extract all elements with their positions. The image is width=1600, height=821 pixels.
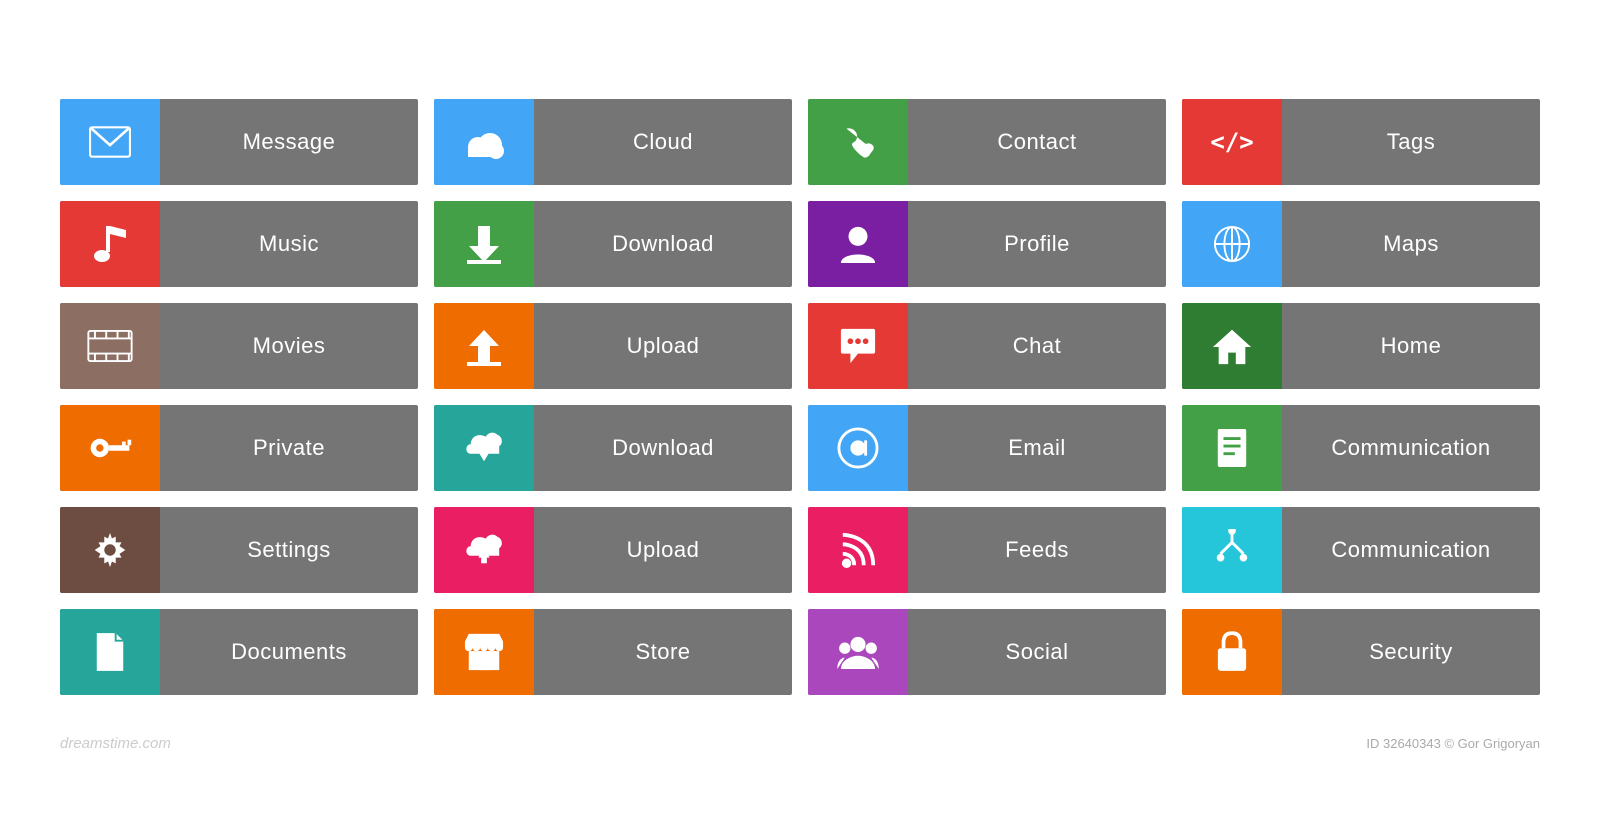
message-label: Message [160, 99, 418, 185]
message-icon [60, 99, 160, 185]
upload2-icon [434, 507, 534, 593]
maps-label: Maps [1282, 201, 1540, 287]
movies-label: Movies [160, 303, 418, 389]
chat-icon [808, 303, 908, 389]
security-label: Security [1282, 609, 1540, 695]
cloud-icon [434, 99, 534, 185]
upload1-icon [434, 303, 534, 389]
home-label: Home [1282, 303, 1540, 389]
tile-store[interactable]: Store [434, 609, 792, 695]
email-label: Email [908, 405, 1166, 491]
download1-icon [434, 201, 534, 287]
profile-icon [808, 201, 908, 287]
tile-music[interactable]: Music [60, 201, 418, 287]
tile-upload2[interactable]: Upload [434, 507, 792, 593]
movies-icon [60, 303, 160, 389]
tile-settings[interactable]: Settings [60, 507, 418, 593]
upload2-label: Upload [534, 507, 792, 593]
private-label: Private [160, 405, 418, 491]
music-icon [60, 201, 160, 287]
private-icon [60, 405, 160, 491]
feeds-icon [808, 507, 908, 593]
home-icon [1182, 303, 1282, 389]
communication1-icon [1182, 405, 1282, 491]
profile-label: Profile [908, 201, 1166, 287]
tile-documents[interactable]: Documents [60, 609, 418, 695]
tile-social[interactable]: Social [808, 609, 1166, 695]
feeds-label: Feeds [908, 507, 1166, 593]
store-label: Store [534, 609, 792, 695]
tile-feeds[interactable]: Feeds [808, 507, 1166, 593]
chat-label: Chat [908, 303, 1166, 389]
tags-icon: </> [1182, 99, 1282, 185]
watermark-logo: dreamstime.com [60, 735, 171, 752]
security-icon [1182, 609, 1282, 695]
communication2-label: Communication [1282, 507, 1540, 593]
tile-communication2[interactable]: Communication [1182, 507, 1540, 593]
tile-chat[interactable]: Chat [808, 303, 1166, 389]
tile-email[interactable]: Email [808, 405, 1166, 491]
social-icon [808, 609, 908, 695]
download2-label: Download [534, 405, 792, 491]
cloud-label: Cloud [534, 99, 792, 185]
communication1-label: Communication [1282, 405, 1540, 491]
tile-home[interactable]: Home [1182, 303, 1540, 389]
email-icon [808, 405, 908, 491]
contact-label: Contact [908, 99, 1166, 185]
social-label: Social [908, 609, 1166, 695]
tile-movies[interactable]: Movies [60, 303, 418, 389]
tags-label: Tags [1282, 99, 1540, 185]
tile-cloud[interactable]: Cloud [434, 99, 792, 185]
music-label: Music [160, 201, 418, 287]
tile-contact[interactable]: Contact [808, 99, 1166, 185]
tile-security[interactable]: Security [1182, 609, 1540, 695]
documents-label: Documents [160, 609, 418, 695]
tile-message[interactable]: Message [60, 99, 418, 185]
tile-private[interactable]: Private [60, 405, 418, 491]
tile-upload1[interactable]: Upload [434, 303, 792, 389]
communication2-icon [1182, 507, 1282, 593]
tile-download1[interactable]: Download [434, 201, 792, 287]
upload1-label: Upload [534, 303, 792, 389]
watermark-bar: dreamstime.com ID 32640343 © Gor Grigory… [0, 735, 1600, 762]
tile-tags[interactable]: </>Tags [1182, 99, 1540, 185]
maps-icon [1182, 201, 1282, 287]
download1-label: Download [534, 201, 792, 287]
settings-label: Settings [160, 507, 418, 593]
tile-profile[interactable]: Profile [808, 201, 1166, 287]
tile-maps[interactable]: Maps [1182, 201, 1540, 287]
watermark-id: ID 32640343 © Gor Grigoryan [1366, 736, 1540, 751]
tile-communication1[interactable]: Communication [1182, 405, 1540, 491]
tile-download2[interactable]: Download [434, 405, 792, 491]
download2-icon [434, 405, 534, 491]
tile-grid: Message Cloud Contact</>Tags Music Download P… [0, 59, 1600, 735]
store-icon [434, 609, 534, 695]
settings-icon [60, 507, 160, 593]
contact-icon [808, 99, 908, 185]
documents-icon [60, 609, 160, 695]
